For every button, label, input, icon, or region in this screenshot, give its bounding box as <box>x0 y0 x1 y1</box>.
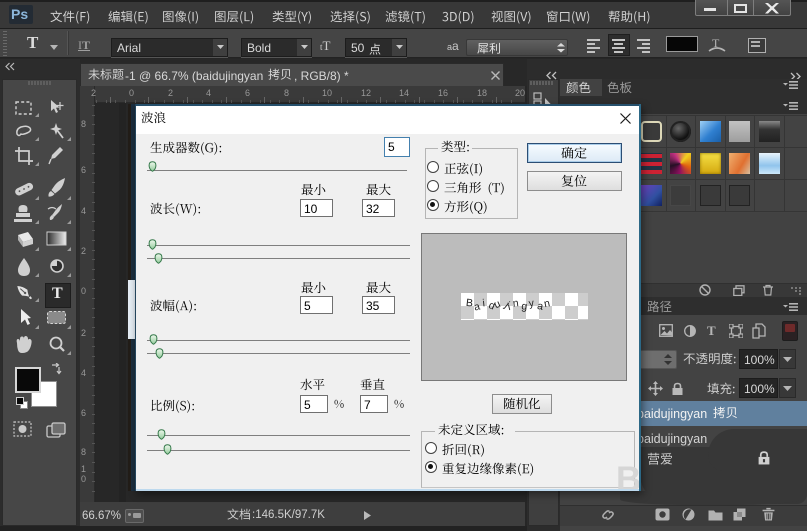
svg-text:T: T <box>712 36 720 50</box>
svg-text:Baidujingyan: Baidujingyan <box>465 297 554 314</box>
